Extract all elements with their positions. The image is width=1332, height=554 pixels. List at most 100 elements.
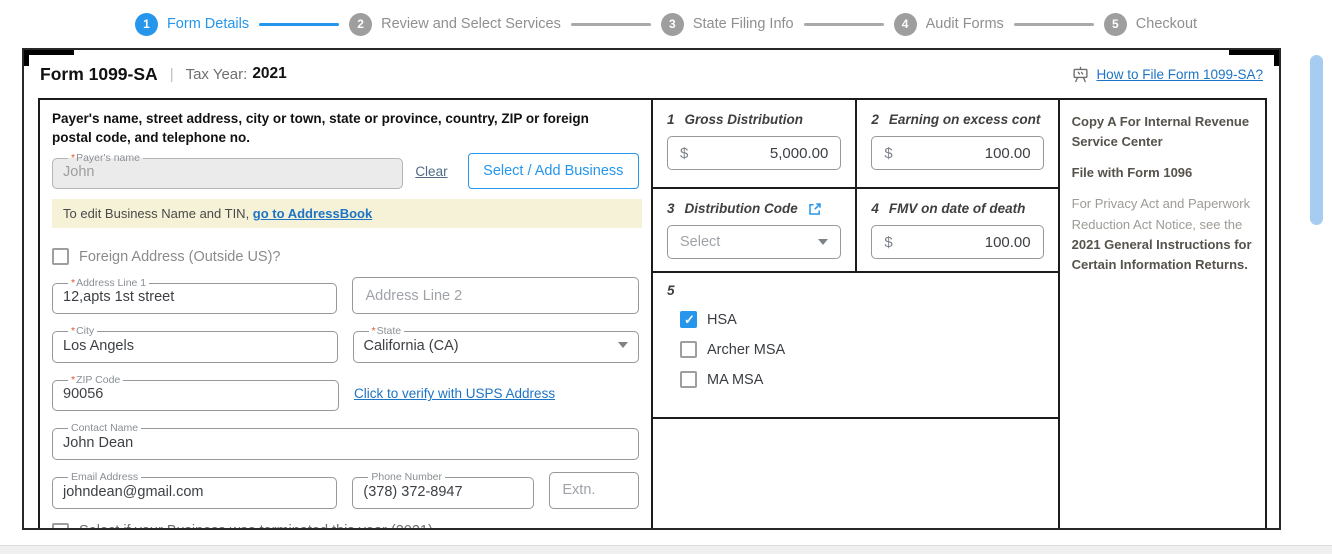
foreign-address-checkbox[interactable] [52, 248, 69, 266]
zip-code-label: ZIP Code [76, 373, 121, 386]
box4-number: 4 [871, 201, 879, 216]
step-number-badge: 5 [1103, 12, 1127, 36]
gross-distribution-value: 5,000.00 [769, 144, 829, 162]
extension-field[interactable]: Extn. [549, 471, 639, 509]
box4-fmv-death: 4 FMV on date of death $ 100.00 [855, 189, 1057, 271]
business-terminated-label: Select if your Business was terminated t… [79, 523, 433, 528]
distribution-code-placeholder: Select [680, 234, 721, 250]
email-field[interactable]: Email Address johndean@gmail.com [52, 472, 338, 509]
step-label: Review and Select Services [381, 16, 561, 32]
zip-code-value: 90056 [63, 386, 104, 403]
step-number-badge: 2 [349, 12, 373, 36]
dollar-sign: $ [884, 233, 893, 251]
address-line2-field[interactable]: Address Line 2 [352, 277, 639, 315]
archer-msa-checkbox[interactable] [680, 341, 697, 358]
go-to-addressbook-link[interactable]: go to AddressBook [253, 206, 372, 221]
box3-number: 3 [667, 201, 675, 216]
payer-name-value: John [63, 164, 95, 181]
business-terminated-checkbox[interactable] [52, 522, 69, 528]
city-label: City [76, 325, 95, 338]
archer-msa-label: Archer MSA [707, 341, 786, 358]
business-terminated-checkbox-row[interactable]: Select if your Business was terminated t… [52, 522, 639, 528]
box1-number: 1 [667, 112, 675, 127]
step-number-badge: 3 [660, 12, 684, 36]
required-asterisk: * [71, 151, 76, 164]
tax-year-label: Tax Year: [185, 65, 248, 83]
stepper-step-review-services[interactable]: 2 Review and Select Services [349, 12, 561, 36]
hsa-checkbox[interactable] [680, 311, 697, 328]
hsa-checkbox-row[interactable]: HSA [680, 311, 1044, 328]
state-value: California (CA) [363, 337, 459, 354]
stepper-step-audit-forms[interactable]: 4 Audit Forms [893, 12, 1004, 36]
city-field[interactable]: *City Los Angels [52, 326, 338, 363]
ma-msa-checkbox[interactable] [680, 371, 697, 388]
card-corner-accent [24, 50, 29, 66]
step-number-badge: 1 [134, 12, 158, 36]
stepper-step-checkout[interactable]: 5 Checkout [1103, 12, 1198, 36]
ma-msa-checkbox-row[interactable]: MA MSA [680, 371, 1044, 388]
privacy-notice-gray: For Privacy Act and Paperwork Reduction … [1071, 196, 1251, 232]
chevron-down-icon [818, 239, 829, 245]
box1-gross-distribution: 1 Gross Distribution $ 5,000.00 [653, 100, 855, 187]
email-value: johndean@gmail.com [63, 483, 204, 500]
box2-label: Earning on excess cont [888, 112, 1041, 127]
copy-a-panel: Copy A For Internal Revenue Service Cent… [1060, 100, 1265, 528]
phone-number-label: Phone Number [371, 471, 442, 484]
required-asterisk: * [71, 276, 76, 289]
box2-earning-excess: 2 Earning on excess cont $ 100.00 [855, 100, 1057, 187]
hsa-label: HSA [707, 311, 737, 328]
wizard-stepper: 1 Form Details 2 Review and Select Servi… [0, 8, 1332, 40]
address-line1-label: Address Line 1 [76, 276, 147, 289]
usps-verify-link[interactable]: Click to verify with USPS Address [354, 386, 555, 401]
step-label: State Filing Info [692, 16, 794, 32]
file-with-form-text: File with Form 1096 [1071, 165, 1193, 181]
gross-distribution-input[interactable]: $ 5,000.00 [667, 136, 842, 170]
address-line1-value: 12,apts 1st street [63, 289, 175, 306]
clear-link[interactable]: Clear [415, 164, 447, 179]
foreign-address-label: Foreign Address (Outside US)? [79, 248, 281, 265]
stepper-connector [1013, 22, 1094, 26]
state-label: State [376, 325, 402, 338]
box3-label: Distribution Code [684, 201, 798, 216]
select-add-business-button[interactable]: Select / Add Business [467, 153, 639, 190]
stepper-step-state-filing[interactable]: 3 State Filing Info [660, 12, 794, 36]
phone-number-field[interactable]: Phone Number (378) 372-8947 [352, 471, 535, 509]
header-divider: | [169, 65, 174, 83]
stepper-step-form-details[interactable]: 1 Form Details [134, 12, 250, 36]
form-boxes-panel: 1 Gross Distribution $ 5,000.00 2 Earnin… [651, 100, 1060, 528]
address-line1-field[interactable]: *Address Line 1 12,apts 1st street [52, 276, 338, 315]
contact-name-label: Contact Name [71, 422, 139, 435]
scrollbar-thumb[interactable] [1310, 55, 1323, 225]
zip-code-field[interactable]: *ZIP Code 90056 [52, 375, 339, 412]
earning-excess-input[interactable]: $ 100.00 [871, 136, 1044, 170]
privacy-act-notice: For Privacy Act and Paperwork Reduction … [1072, 194, 1253, 275]
required-asterisk: * [71, 373, 76, 386]
step-label: Form Details [166, 16, 250, 32]
edit-business-notice: To edit Business Name and TIN, go to Add… [52, 199, 642, 229]
external-link-icon[interactable] [808, 202, 822, 216]
stepper-connector [803, 22, 884, 26]
page-footer-strip [0, 545, 1332, 554]
card-corner-accent [24, 50, 74, 55]
required-asterisk: * [71, 325, 76, 338]
stepper-connector [259, 22, 340, 26]
box1-label: Gross Distribution [684, 112, 804, 127]
stepper-connector [570, 22, 651, 26]
distribution-code-select[interactable]: Select [667, 225, 842, 259]
tax-year-value: 2021 [252, 65, 287, 82]
page-title: Form 1099-SA [40, 63, 158, 84]
how-to-file-link[interactable]: How to File Form 1099-SA? [1096, 67, 1263, 82]
payer-info-panel: Payer's name, street address, city or to… [40, 100, 651, 528]
step-number-badge: 4 [893, 12, 917, 36]
payer-name-field[interactable]: *Payer's name John [52, 151, 404, 190]
contact-name-field[interactable]: Contact Name John Dean [52, 423, 639, 460]
state-select[interactable]: *State California (CA) [352, 325, 639, 363]
foreign-address-checkbox-row[interactable]: Foreign Address (Outside US)? [52, 248, 639, 266]
payer-name-label: Payer's name [76, 151, 140, 164]
fmv-death-input[interactable]: $ 100.00 [871, 225, 1044, 259]
fmv-death-value: 100.00 [984, 233, 1031, 251]
card-header: Form 1099-SA | Tax Year: 2021 How to Fil… [24, 50, 1279, 98]
archer-msa-checkbox-row[interactable]: Archer MSA [680, 341, 1044, 358]
step-label: Checkout [1135, 16, 1198, 32]
required-asterisk: * [371, 325, 376, 338]
